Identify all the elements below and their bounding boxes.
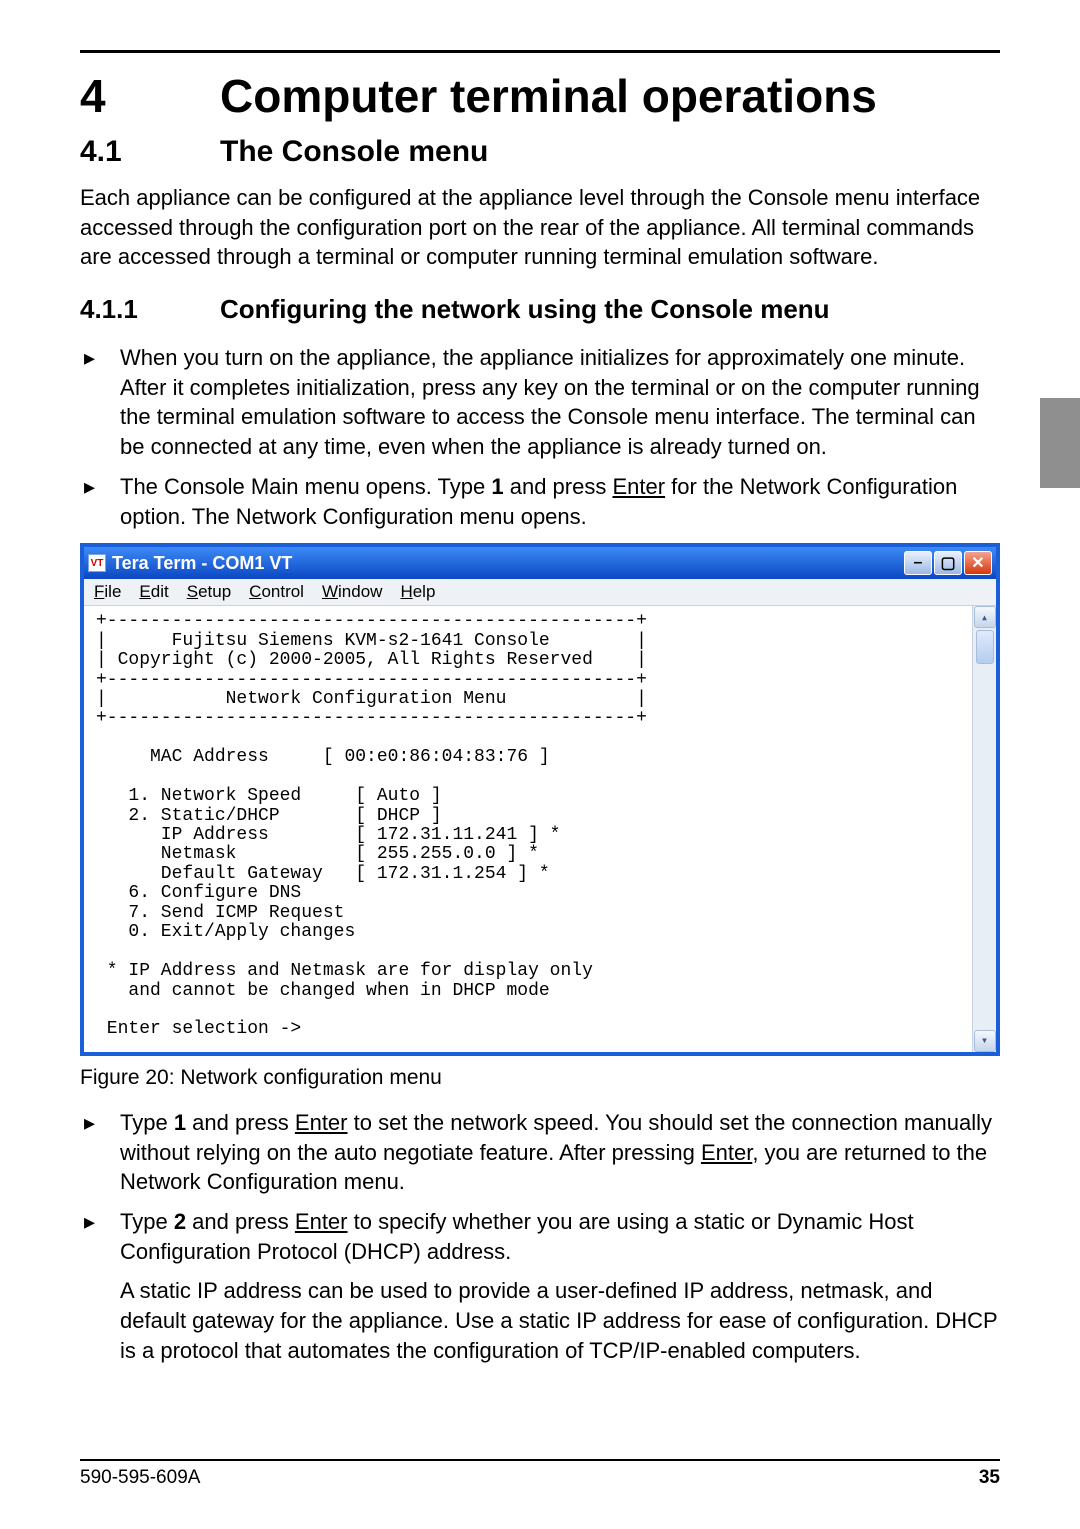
intro-paragraph: Each appliance can be configured at the …	[80, 183, 1000, 272]
window-buttons: – ▢ ✕	[904, 551, 992, 575]
doc-id: 590-595-609A	[80, 1467, 200, 1489]
section-heading: 4.1 The Console menu	[80, 135, 1000, 169]
menu-control[interactable]: Control	[249, 582, 304, 602]
menu-edit[interactable]: Edit	[139, 582, 168, 602]
terminal-scrollbar[interactable]: ▴ ▾	[972, 606, 996, 1052]
scroll-down-icon[interactable]: ▾	[974, 1030, 996, 1052]
menu-setup[interactable]: Setup	[187, 582, 231, 602]
menu-file[interactable]: File	[94, 582, 121, 602]
terminal-title: Tera Term - COM1 VT	[112, 553, 292, 574]
terminal-titlebar: VT Tera Term - COM1 VT – ▢ ✕	[84, 547, 996, 579]
tail-paragraph: A static IP address can be used to provi…	[120, 1276, 1000, 1365]
close-button[interactable]: ✕	[964, 551, 992, 575]
subsection-number: 4.1.1	[80, 294, 220, 325]
chapter-number: 4	[80, 69, 220, 123]
menu-help[interactable]: Help	[400, 582, 435, 602]
bullet-list-2: ▸ Type 1 and press Enter to set the netw…	[80, 1108, 1000, 1266]
terminal-title-left: VT Tera Term - COM1 VT	[88, 553, 292, 574]
list-item: ▸ Type 2 and press Enter to specify whet…	[80, 1207, 1000, 1266]
maximize-button[interactable]: ▢	[934, 551, 962, 575]
minimize-button[interactable]: –	[904, 551, 932, 575]
list-item-text: The Console Main menu opens. Type 1 and …	[120, 472, 1000, 531]
list-item-text: Type 2 and press Enter to specify whethe…	[120, 1207, 1000, 1266]
page-footer: 590-595-609A 35	[80, 1459, 1000, 1489]
terminal-app-icon: VT	[88, 554, 106, 572]
list-item: ▸ Type 1 and press Enter to set the netw…	[80, 1108, 1000, 1197]
footer-rule	[80, 1459, 1000, 1461]
menu-window[interactable]: Window	[322, 582, 382, 602]
scroll-up-icon[interactable]: ▴	[974, 606, 996, 628]
terminal-body: +---------------------------------------…	[84, 606, 996, 1052]
top-rule	[80, 50, 1000, 53]
scroll-thumb[interactable]	[976, 630, 994, 664]
list-item: ▸ The Console Main menu opens. Type 1 an…	[80, 472, 1000, 531]
bullet-list-1: ▸ When you turn on the appliance, the ap…	[80, 343, 1000, 531]
subsection-title: Configuring the network using the Consol…	[220, 294, 830, 325]
list-item-text: Type 1 and press Enter to set the networ…	[120, 1108, 1000, 1197]
triangle-bullet-icon: ▸	[80, 472, 120, 531]
terminal-window: VT Tera Term - COM1 VT – ▢ ✕ File Edit S…	[80, 543, 1000, 1056]
page-content: 4 Computer terminal operations 4.1 The C…	[0, 0, 1080, 1415]
terminal-menubar: File Edit Setup Control Window Help	[84, 579, 996, 606]
section-title: The Console menu	[220, 135, 488, 169]
chapter-title: Computer terminal operations	[220, 69, 877, 123]
subsection-heading: 4.1.1 Configuring the network using the …	[80, 294, 1000, 325]
triangle-bullet-icon: ▸	[80, 1207, 120, 1266]
list-item: ▸ When you turn on the appliance, the ap…	[80, 343, 1000, 462]
chapter-heading: 4 Computer terminal operations	[80, 69, 1000, 123]
triangle-bullet-icon: ▸	[80, 1108, 120, 1197]
page-number: 35	[979, 1467, 1000, 1489]
list-item-text: When you turn on the appliance, the appl…	[120, 343, 1000, 462]
triangle-bullet-icon: ▸	[80, 343, 120, 462]
terminal-content[interactable]: +---------------------------------------…	[84, 606, 972, 1052]
section-number: 4.1	[80, 135, 220, 169]
figure-caption: Figure 20: Network configuration menu	[80, 1066, 1000, 1090]
